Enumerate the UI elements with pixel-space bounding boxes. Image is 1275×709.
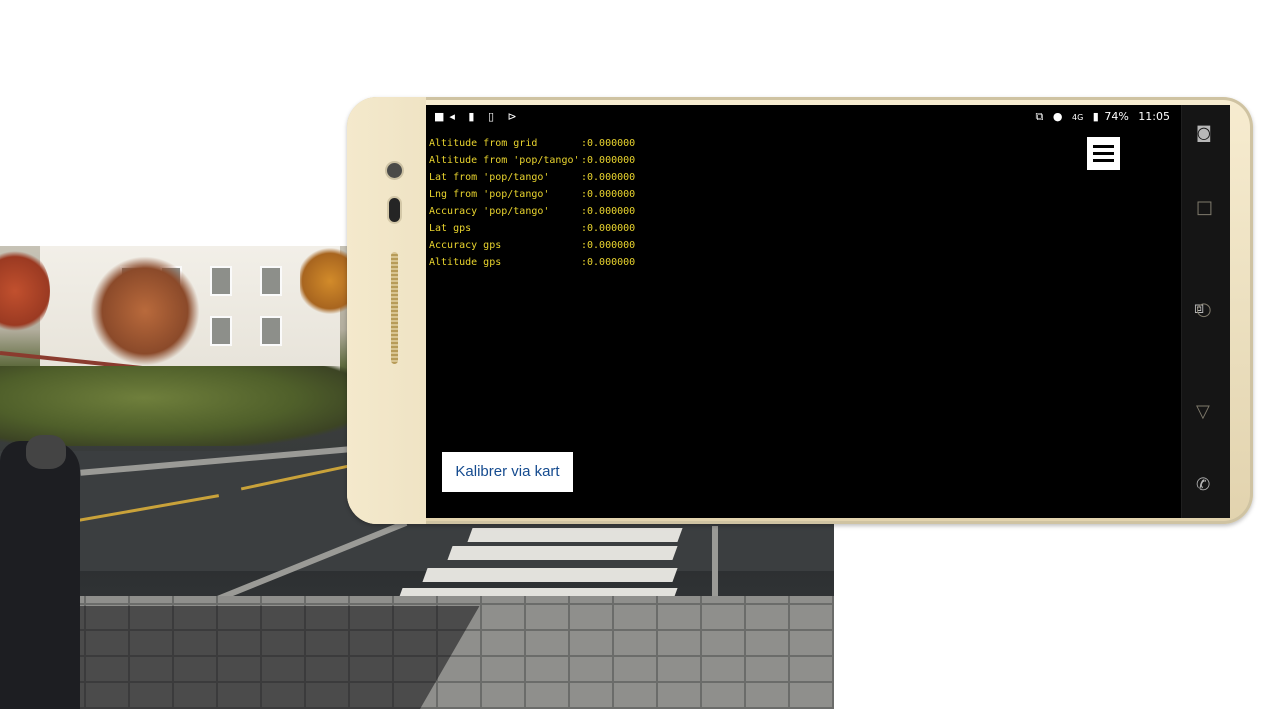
notification-icons: ■◂ ▮ ▯ ⊳ <box>434 110 522 123</box>
readout-row: Accuracy 'pop/tango':0.000000 <box>429 206 636 217</box>
person <box>0 435 80 709</box>
speaker-grille <box>391 252 398 364</box>
readout-row: Lng from 'pop/tango':0.000000 <box>429 189 636 200</box>
readout-row: Accuracy gps:0.000000 <box>429 240 636 251</box>
sensor-icon <box>389 198 400 222</box>
readout-row: Altitude from grid:0.000000 <box>429 138 636 149</box>
readout-row: Lat from 'pop/tango':0.000000 <box>429 172 636 183</box>
phone-right-bezel <box>1230 97 1253 524</box>
signal-icon: 4G <box>1071 113 1084 122</box>
hamburger-menu-icon[interactable] <box>1087 137 1120 170</box>
readout-row: Altitude from 'pop/tango':0.000000 <box>429 155 636 166</box>
recent-apps-icon[interactable]: □ <box>1196 199 1213 217</box>
status-right: ⧉ ● 4G ▮ 74% 11:05 <box>1030 110 1170 124</box>
cast-icon: ⧉ <box>1035 110 1044 123</box>
calibrate-button[interactable]: Kalibrer via kart <box>442 452 573 492</box>
readout-row: Altitude gps:0.000000 <box>429 257 636 268</box>
phone-icon[interactable]: ✆ <box>1196 475 1210 495</box>
phone-left-bezel <box>347 97 426 524</box>
debug-readout: Altitude from grid:0.000000 Altitude fro… <box>429 135 635 271</box>
phone-device: ■◂ ▮ ▯ ⊳ ⧉ ● 4G ▮ 74% 11:05 Altitude fro… <box>347 97 1253 524</box>
front-camera-icon <box>387 163 402 178</box>
battery-percent: 74% <box>1104 110 1129 123</box>
clock: 11:05 <box>1138 110 1170 123</box>
location-icon: ● <box>1052 110 1063 123</box>
back-icon[interactable]: ▽ <box>1196 403 1210 421</box>
app-screen: ■◂ ▮ ▯ ⊳ ⧉ ● 4G ▮ 74% 11:05 Altitude fro… <box>426 105 1230 518</box>
camera-icon[interactable]: ◙ <box>1196 123 1212 142</box>
home-icon[interactable]: ○ <box>1196 301 1212 319</box>
readout-row: Lat gps:0.000000 <box>429 223 636 234</box>
status-bar: ■◂ ▮ ▯ ⊳ ⧉ ● 4G ▮ 74% 11:05 <box>426 105 1182 129</box>
battery-icon: ▮ <box>1092 110 1099 123</box>
